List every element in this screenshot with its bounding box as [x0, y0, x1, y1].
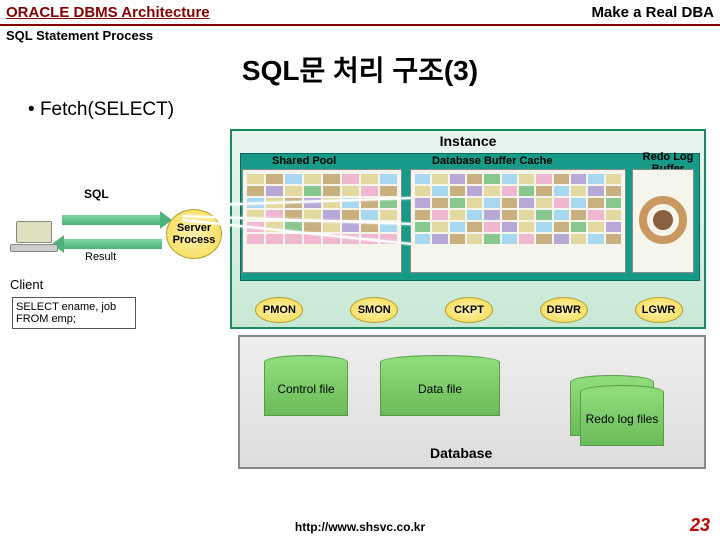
architecture-diagram: SQL Result Client Server Process SELECT …	[10, 129, 710, 489]
redo-ring-icon	[639, 196, 687, 244]
header: ORACLE DBMS Architecture Make a Real DBA	[0, 0, 720, 26]
bg-proc-smon: SMON	[350, 297, 398, 323]
instance-label: Instance	[232, 131, 704, 151]
control-file-cylinder: Control file	[264, 355, 348, 416]
redo-file-cylinder: Redo log files	[580, 385, 664, 446]
arrow-sql	[62, 215, 162, 225]
redo-log-buffer	[632, 169, 694, 273]
page-number: 23	[690, 515, 710, 536]
bg-proc-ckpt: CKPT	[445, 297, 493, 323]
header-left: ORACLE DBMS Architecture	[6, 4, 210, 21]
footer-url: http://www.shsvc.co.kr	[0, 520, 720, 534]
shared-pool-label: Shared Pool	[272, 155, 336, 167]
shared-grid	[243, 170, 401, 248]
page-title: SQL문 처리 구조(3)	[0, 49, 720, 89]
bg-proc-lgwr: LGWR	[635, 297, 683, 323]
dbc-grid	[411, 170, 625, 248]
sql-label: SQL	[84, 187, 109, 201]
subhead: SQL Statement Process	[0, 26, 720, 45]
redo-files-label: Redo log files	[580, 392, 664, 446]
client-label: Client	[10, 277, 43, 292]
database-buffer-cache	[410, 169, 626, 273]
bullet-fetch: Fetch(SELECT)	[0, 99, 720, 121]
control-file-label: Control file	[264, 362, 348, 416]
arrow-result	[62, 239, 162, 249]
bg-proc-dbwr: DBWR	[540, 297, 588, 323]
laptop-icon	[10, 221, 58, 255]
database-label: Database	[430, 445, 492, 461]
sql-statement: SELECT ename, job FROM emp;	[12, 297, 136, 329]
data-file-label: Data file	[380, 362, 500, 416]
result-label: Result	[85, 251, 116, 263]
background-processes: PMON SMON CKPT DBWR LGWR	[232, 297, 706, 323]
db-cache-label: Database Buffer Cache	[432, 155, 552, 167]
bg-proc-pmon: PMON	[255, 297, 303, 323]
data-file-cylinder: Data file	[380, 355, 500, 416]
header-right: Make a Real DBA	[591, 4, 714, 21]
